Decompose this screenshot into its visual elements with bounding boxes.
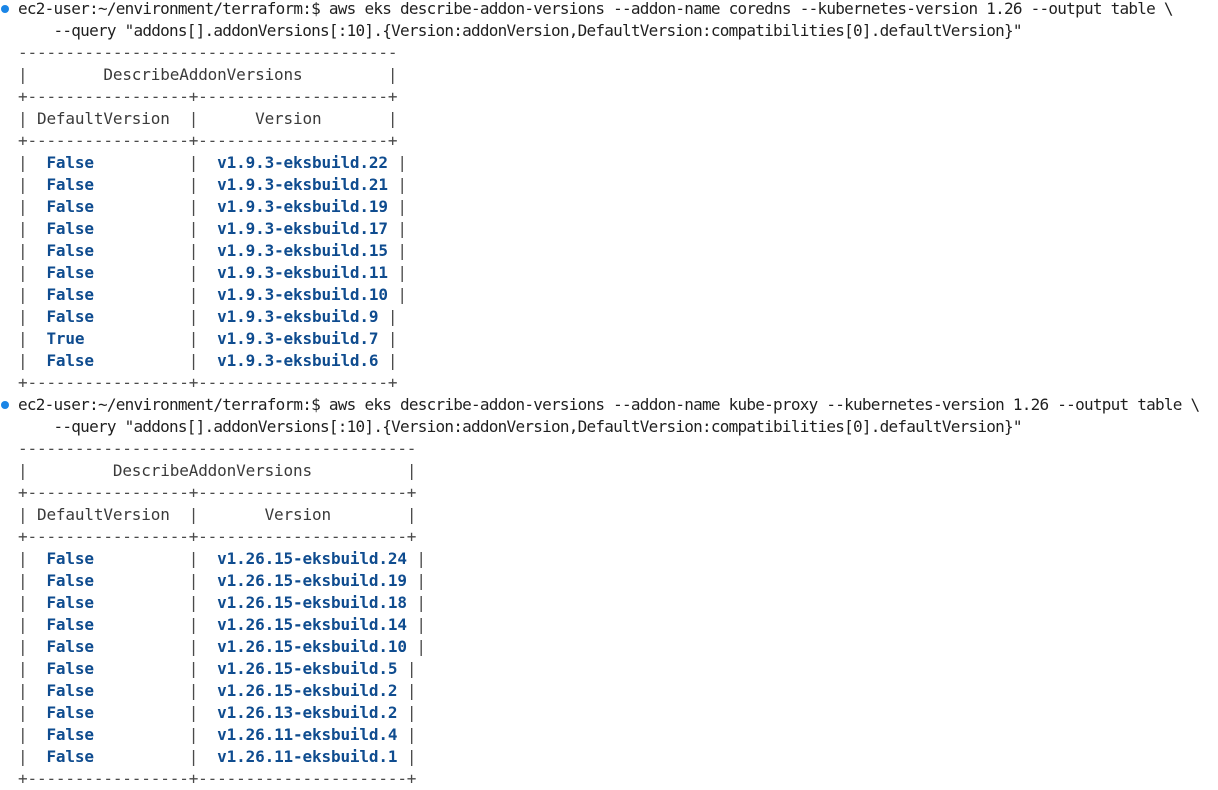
default-version-cell: False	[46, 263, 94, 282]
command-continuation: --query "addons[].addonVersions[:10].{Ve…	[53, 21, 1023, 40]
command: aws eks describe-addon-versions --addon-…	[328, 395, 1200, 414]
default-version-cell: False	[46, 307, 94, 326]
command-text: --query "addons[].addonVersions[:10].{Ve…	[18, 417, 1023, 436]
default-version-cell: False	[46, 197, 94, 216]
version-cell: v1.9.3-eksbuild.6	[217, 351, 379, 370]
table-row: | False | v1.26.15-eksbuild.2 |	[18, 681, 417, 700]
default-version-cell: False	[46, 593, 94, 612]
table-row: | False | v1.9.3-eksbuild.21 |	[18, 175, 407, 194]
shell-prompt: ec2-user:~/environment/terraform:$	[18, 395, 321, 414]
table-row: | False | v1.26.11-eksbuild.1 |	[18, 747, 417, 766]
command-continuation-line: --query "addons[].addonVersions[:10].{Ve…	[0, 416, 1218, 438]
command-line: ec2-user:~/environment/terraform:$ aws e…	[0, 0, 1218, 20]
terminal-output[interactable]: ec2-user:~/environment/terraform:$ aws e…	[0, 0, 1218, 790]
command-text: ec2-user:~/environment/terraform:$ aws e…	[18, 0, 1174, 18]
version-cell: v1.26.11-eksbuild.1	[217, 747, 398, 766]
version-cell: v1.26.13-eksbuild.2	[217, 703, 398, 722]
prompt-status-dot-icon	[1, 5, 9, 13]
command-continuation-line: --query "addons[].addonVersions[:10].{Ve…	[0, 20, 1218, 42]
default-version-cell: True	[46, 329, 85, 348]
column-header: Version	[255, 109, 322, 128]
terminal-line: | DescribeAddonVersions |	[18, 65, 398, 84]
version-cell: v1.26.15-eksbuild.10	[217, 637, 407, 656]
terminal-line: +-----------------+--------------------+	[18, 87, 398, 106]
version-cell: v1.26.15-eksbuild.24	[217, 549, 407, 568]
table-row: | False | v1.9.3-eksbuild.19 |	[18, 197, 407, 216]
version-cell: v1.9.3-eksbuild.15	[217, 241, 388, 260]
default-version-cell: False	[46, 219, 94, 238]
table-title: DescribeAddonVersions	[103, 65, 303, 84]
default-version-cell: False	[46, 175, 94, 194]
table-row: | False | v1.26.15-eksbuild.14 |	[18, 615, 426, 634]
version-cell: v1.9.3-eksbuild.17	[217, 219, 388, 238]
table-row: | False | v1.26.15-eksbuild.24 |	[18, 549, 426, 568]
default-version-cell: False	[46, 615, 94, 634]
table-row: | False | v1.9.3-eksbuild.10 |	[18, 285, 407, 304]
default-version-cell: False	[46, 659, 94, 678]
command: aws eks describe-addon-versions --addon-…	[328, 0, 1174, 18]
describe-addon-versions-table: ----------------------------------------…	[0, 42, 1218, 394]
table-title: DescribeAddonVersions	[112, 461, 312, 480]
terminal-line: ----------------------------------------…	[18, 439, 417, 458]
table-row: | False | v1.26.11-eksbuild.4 |	[18, 725, 417, 744]
version-cell: v1.9.3-eksbuild.10	[217, 285, 388, 304]
table-row: | False | v1.26.15-eksbuild.10 |	[18, 637, 426, 656]
version-cell: v1.9.3-eksbuild.22	[217, 153, 388, 172]
table-row: | False | v1.9.3-eksbuild.9 |	[18, 307, 398, 326]
version-cell: v1.9.3-eksbuild.7	[217, 329, 379, 348]
table-row: | True | v1.9.3-eksbuild.7 |	[18, 329, 398, 348]
column-header: DefaultVersion	[36, 109, 170, 128]
command-line: ec2-user:~/environment/terraform:$ aws e…	[0, 394, 1218, 416]
version-cell: v1.26.15-eksbuild.18	[217, 593, 407, 612]
default-version-cell: False	[46, 549, 94, 568]
version-cell: v1.26.15-eksbuild.2	[217, 681, 398, 700]
version-cell: v1.9.3-eksbuild.9	[217, 307, 379, 326]
prompt-status-dot-icon	[1, 401, 9, 409]
version-cell: v1.26.15-eksbuild.19	[217, 571, 407, 590]
default-version-cell: False	[46, 725, 94, 744]
terminal-line: +-----------------+--------------------+	[18, 131, 398, 150]
terminal-line: +-----------------+---------------------…	[18, 527, 417, 546]
table-row: | False | v1.9.3-eksbuild.6 |	[18, 351, 398, 370]
terminal-line: | DefaultVersion | Version |	[18, 505, 417, 524]
command-text: --query "addons[].addonVersions[:10].{Ve…	[18, 21, 1023, 40]
command-continuation: --query "addons[].addonVersions[:10].{Ve…	[53, 417, 1023, 436]
describe-addon-versions-table: ----------------------------------------…	[0, 438, 1218, 790]
table-row: | False | v1.9.3-eksbuild.11 |	[18, 263, 407, 282]
table-row: | False | v1.26.15-eksbuild.5 |	[18, 659, 417, 678]
version-cell: v1.26.11-eksbuild.4	[217, 725, 398, 744]
default-version-cell: False	[46, 747, 94, 766]
terminal-line: | DescribeAddonVersions |	[18, 461, 417, 480]
terminal-line: +-----------------+---------------------…	[18, 483, 417, 502]
table-row: | False | v1.9.3-eksbuild.17 |	[18, 219, 407, 238]
terminal-line: | DefaultVersion | Version |	[18, 109, 398, 128]
default-version-cell: False	[46, 637, 94, 656]
default-version-cell: False	[46, 703, 94, 722]
version-cell: v1.26.15-eksbuild.5	[217, 659, 398, 678]
shell-prompt: ec2-user:~/environment/terraform:$	[18, 0, 321, 18]
default-version-cell: False	[46, 351, 94, 370]
command-text: ec2-user:~/environment/terraform:$ aws e…	[18, 395, 1200, 414]
table-row: | False | v1.9.3-eksbuild.15 |	[18, 241, 407, 260]
column-header: DefaultVersion	[36, 505, 170, 524]
terminal-line: +-----------------+--------------------+	[18, 373, 398, 392]
default-version-cell: False	[46, 153, 94, 172]
version-cell: v1.9.3-eksbuild.11	[217, 263, 388, 282]
column-header: Version	[264, 505, 332, 524]
default-version-cell: False	[46, 241, 94, 260]
version-cell: v1.9.3-eksbuild.19	[217, 197, 388, 216]
table-row: | False | v1.26.15-eksbuild.18 |	[18, 593, 426, 612]
default-version-cell: False	[46, 681, 94, 700]
version-cell: v1.9.3-eksbuild.21	[217, 175, 388, 194]
table-row: | False | v1.9.3-eksbuild.22 |	[18, 153, 407, 172]
default-version-cell: False	[46, 571, 94, 590]
table-row: | False | v1.26.13-eksbuild.2 |	[18, 703, 417, 722]
default-version-cell: False	[46, 285, 94, 304]
table-row: | False | v1.26.15-eksbuild.19 |	[18, 571, 426, 590]
terminal-line: ----------------------------------------	[18, 43, 398, 62]
version-cell: v1.26.15-eksbuild.14	[217, 615, 407, 634]
